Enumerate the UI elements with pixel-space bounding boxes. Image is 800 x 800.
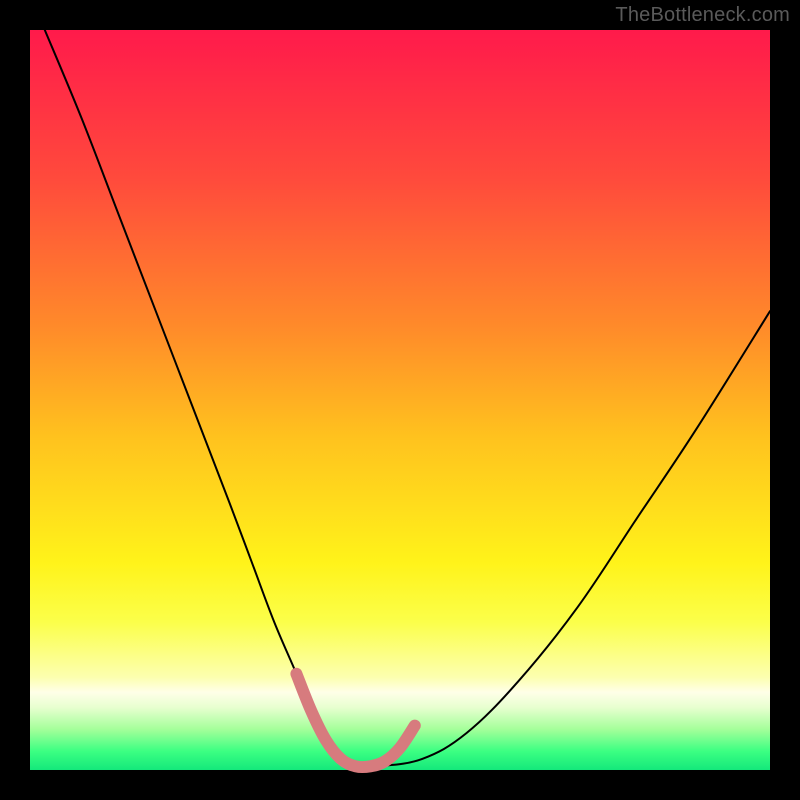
bottleneck-chart xyxy=(0,0,800,800)
watermark-text: TheBottleneck.com xyxy=(615,4,790,27)
plot-background xyxy=(30,30,770,770)
chart-stage: TheBottleneck.com xyxy=(0,0,800,800)
